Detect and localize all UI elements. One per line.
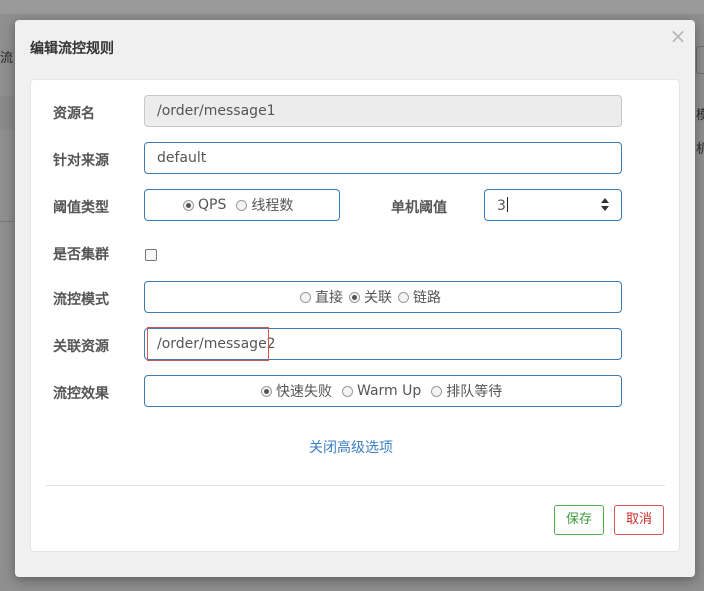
radio-icon (300, 291, 311, 303)
dialog-title: 编辑流控规则 (30, 41, 114, 57)
highlight-box (147, 327, 269, 361)
cancel-button[interactable]: 取消 (614, 505, 664, 535)
grade-option-thread[interactable]: 线程数 (236, 195, 293, 215)
control-behavior-radio-group: 快速失败 Warm Up 排队等待 (144, 375, 622, 407)
radio-icon (431, 385, 443, 397)
resource-name-label: 资源名 (53, 106, 95, 122)
strategy-label: 流控模式 (53, 292, 109, 308)
radio-selected-icon (261, 385, 272, 397)
behavior-option-queue[interactable]: 排队等待 (431, 381, 502, 401)
radio-icon (398, 291, 409, 303)
backdrop-right-text-1: 模 (696, 108, 704, 123)
grade-label: 阈值类型 (53, 200, 109, 216)
footer-divider (46, 485, 665, 486)
threshold-value: 3 (497, 198, 506, 214)
radio-icon (236, 199, 248, 211)
page-backdrop-divider (0, 221, 14, 222)
resource-name-value: /order/message1 (157, 103, 276, 119)
limit-app-label: 针对来源 (53, 153, 109, 169)
threshold-input[interactable]: 3 (484, 189, 622, 221)
spinner-icon[interactable] (601, 198, 609, 212)
close-icon[interactable]: × (669, 25, 687, 47)
form-panel: 资源名 /order/message1 针对来源 default 阈值类型 QP… (30, 79, 680, 552)
ref-resource-input[interactable]: /order/message2 (144, 327, 622, 361)
resource-name-input: /order/message1 (144, 95, 622, 127)
page-backdrop-top (0, 0, 704, 14)
radio-selected-icon (183, 199, 194, 211)
radio-icon (342, 385, 353, 397)
cluster-label: 是否集群 (53, 247, 109, 263)
ref-resource-label: 关联资源 (53, 339, 109, 355)
save-button[interactable]: 保存 (554, 505, 604, 535)
control-behavior-label: 流控效果 (53, 386, 109, 402)
cluster-checkbox[interactable] (145, 249, 157, 261)
edit-flow-rule-dialog: 编辑流控规则 × 资源名 /order/message1 针对来源 defaul… (15, 20, 695, 577)
limit-app-value: default (157, 150, 207, 166)
grade-option-qps[interactable]: QPS (183, 197, 226, 213)
strategy-option-relate[interactable]: 关联 (349, 287, 392, 307)
text-cursor (506, 197, 508, 212)
page-backdrop-strip (0, 96, 14, 130)
close-advanced-options-link[interactable]: 关闭高级选项 (309, 437, 393, 457)
grade-radio-group: QPS 线程数 (144, 189, 340, 221)
behavior-option-warm-up[interactable]: Warm Up (342, 383, 421, 399)
limit-app-input[interactable]: default (144, 142, 622, 174)
strategy-option-chain[interactable]: 链路 (398, 287, 441, 307)
behavior-option-fast-fail[interactable]: 快速失败 (261, 381, 332, 401)
strategy-radio-group: 直接 关联 链路 (144, 281, 622, 313)
threshold-label: 单机阈值 (391, 200, 447, 216)
backdrop-left-text: 流 (0, 51, 14, 66)
backdrop-right-text-2: 机 (696, 142, 704, 157)
backdrop-right-input (696, 46, 704, 74)
strategy-option-direct[interactable]: 直接 (300, 287, 343, 307)
radio-selected-icon (349, 291, 360, 303)
